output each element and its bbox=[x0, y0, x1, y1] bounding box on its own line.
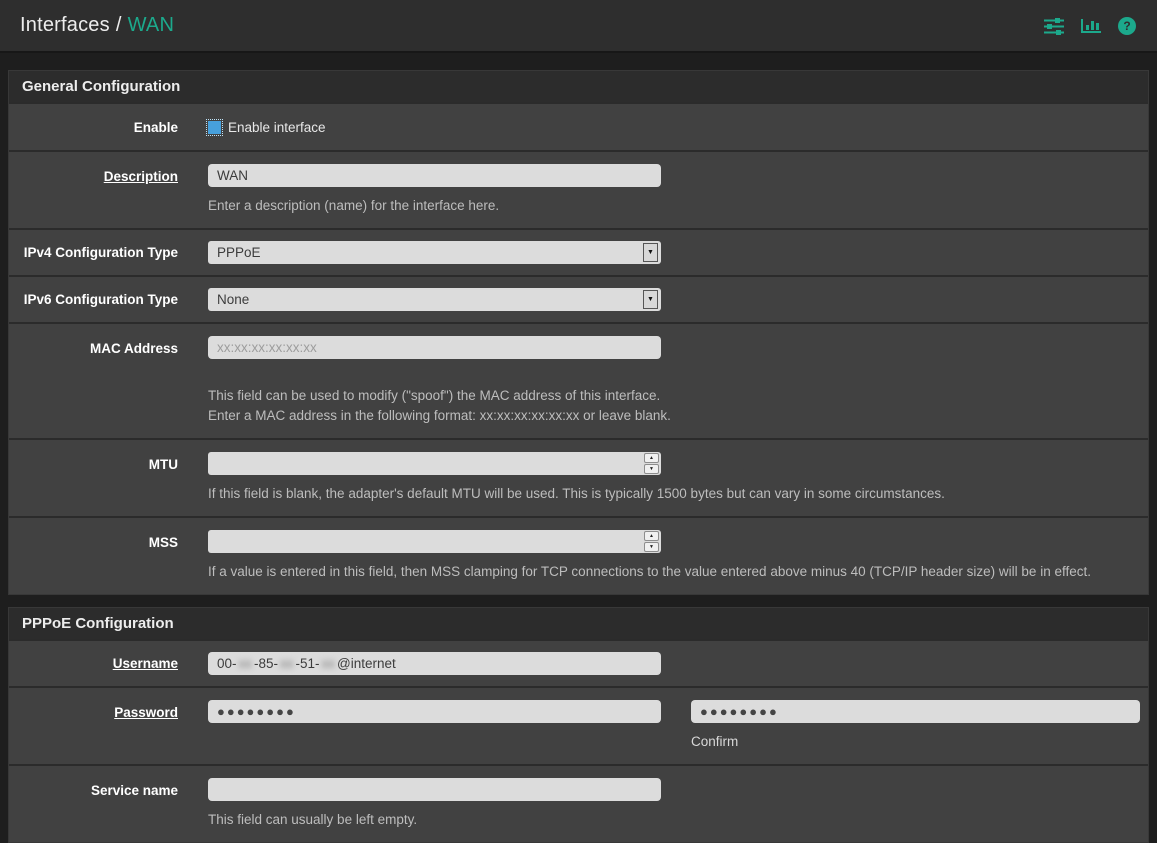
ipv6-config-type-select[interactable]: None ▼ bbox=[208, 288, 661, 311]
spinner-up-icon[interactable]: ▲ bbox=[644, 453, 659, 463]
general-configuration-title: General Configuration bbox=[9, 71, 1148, 102]
mac-address-help-line1: This field can be used to modify ("spoof… bbox=[208, 386, 1140, 406]
spinner-up-icon[interactable]: ▲ bbox=[644, 531, 659, 541]
breadcrumb-section[interactable]: Interfaces bbox=[20, 14, 110, 36]
row-service-name: Service name This field can usually be l… bbox=[9, 764, 1148, 842]
ipv4-config-type-label: IPv4 Configuration Type bbox=[9, 245, 178, 260]
enable-interface-checkbox-label[interactable]: Enable interface bbox=[228, 120, 326, 135]
breadcrumb-separator: / bbox=[110, 14, 128, 36]
pppoe-configuration-section: PPPoE Configuration Username 00-xx-85-xx… bbox=[8, 607, 1149, 843]
interface-config-panel: General Configuration Enable Enable inte… bbox=[8, 70, 1149, 843]
password-input[interactable]: ●●●●●●●● bbox=[208, 700, 661, 723]
breadcrumb-page: WAN bbox=[128, 14, 175, 36]
ipv6-config-type-value: None bbox=[217, 292, 249, 307]
top-navbar: Interfaces/WAN bbox=[0, 0, 1157, 53]
mss-help: If a value is entered in this field, the… bbox=[208, 562, 1140, 582]
row-ipv4-config-type: IPv4 Configuration Type PPPoE ▼ bbox=[9, 228, 1148, 275]
password-masked-value: ●●●●●●●● bbox=[217, 704, 296, 719]
password-label: Password bbox=[114, 705, 178, 720]
mtu-label: MTU bbox=[9, 440, 178, 516]
sliders-icon[interactable] bbox=[1043, 17, 1065, 35]
help-icon[interactable]: ? bbox=[1117, 16, 1137, 36]
ipv6-config-type-label: IPv6 Configuration Type bbox=[9, 292, 178, 307]
breadcrumb: Interfaces/WAN bbox=[20, 14, 174, 37]
ipv4-config-type-select[interactable]: PPPoE ▼ bbox=[208, 241, 661, 264]
row-username: Username 00-xx-85-xx-51-xx@internet bbox=[9, 639, 1148, 686]
row-ipv6-config-type: IPv6 Configuration Type None ▼ bbox=[9, 275, 1148, 322]
chevron-down-icon: ▼ bbox=[643, 290, 658, 309]
service-name-help: This field can usually be left empty. bbox=[208, 810, 1140, 830]
password-confirm-input[interactable]: ●●●●●●●● bbox=[691, 700, 1140, 723]
spinner-down-icon[interactable]: ▼ bbox=[644, 464, 659, 474]
enable-interface-checkbox[interactable] bbox=[208, 121, 221, 134]
username-label: Username bbox=[113, 656, 178, 671]
mss-label: MSS bbox=[9, 518, 178, 594]
mac-address-label: MAC Address bbox=[9, 324, 178, 438]
mtu-help: If this field is blank, the adapter's de… bbox=[208, 484, 1140, 504]
password-confirm-masked-value: ●●●●●●●● bbox=[700, 704, 779, 719]
ipv4-config-type-value: PPPoE bbox=[217, 245, 261, 260]
row-mtu: MTU ▲ ▼ If this field is blank, the adap… bbox=[9, 438, 1148, 516]
navbar-icons: ? bbox=[1043, 16, 1137, 36]
row-enable: Enable Enable interface bbox=[9, 102, 1148, 150]
mss-input[interactable]: ▲ ▼ bbox=[208, 530, 661, 553]
chevron-down-icon: ▼ bbox=[643, 243, 658, 262]
general-configuration-section: General Configuration Enable Enable inte… bbox=[8, 70, 1149, 595]
description-input[interactable] bbox=[208, 164, 661, 187]
spinner-down-icon[interactable]: ▼ bbox=[644, 542, 659, 552]
service-name-input[interactable] bbox=[208, 778, 661, 801]
description-help: Enter a description (name) for the inter… bbox=[208, 196, 1140, 216]
mac-address-help-line2: Enter a MAC address in the following for… bbox=[208, 406, 1140, 426]
row-password: Password ●●●●●●●● ●●●●●●●● Confirm bbox=[9, 686, 1148, 764]
description-label: Description bbox=[104, 169, 178, 184]
bar-chart-icon[interactable] bbox=[1080, 17, 1102, 35]
mtu-input[interactable]: ▲ ▼ bbox=[208, 452, 661, 475]
row-mss: MSS ▲ ▼ If a value is entered in this fi… bbox=[9, 516, 1148, 594]
svg-text:?: ? bbox=[1123, 19, 1130, 33]
pppoe-configuration-title: PPPoE Configuration bbox=[9, 608, 1148, 639]
mac-address-input[interactable] bbox=[208, 336, 661, 359]
service-name-label: Service name bbox=[9, 766, 178, 842]
password-confirm-label: Confirm bbox=[691, 732, 1140, 752]
username-field[interactable]: 00-xx-85-xx-51-xx@internet bbox=[208, 652, 661, 675]
row-mac-address: MAC Address This field can be used to mo… bbox=[9, 322, 1148, 438]
row-description: Description Enter a description (name) f… bbox=[9, 150, 1148, 228]
enable-label: Enable bbox=[9, 120, 178, 135]
